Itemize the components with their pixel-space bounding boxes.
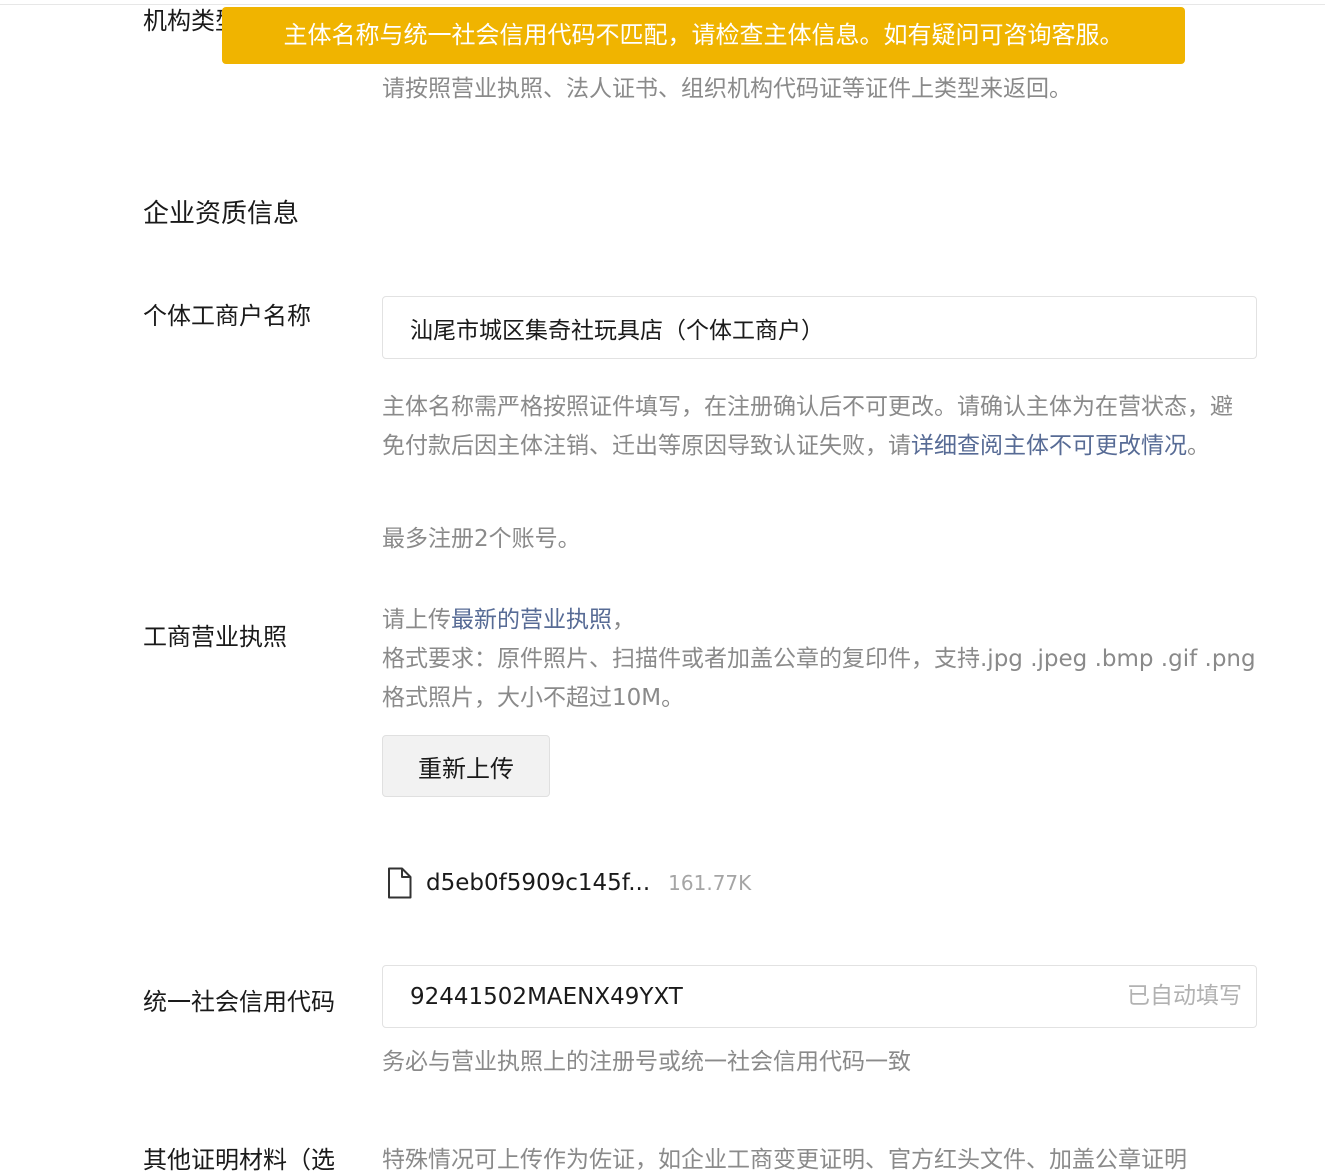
license-label: 工商营业执照 [143,623,287,651]
credit-code-label: 统一社会信用代码 [143,988,335,1016]
credit-code-field[interactable]: 已自动填写 [382,965,1257,1028]
business-name-field[interactable] [382,296,1257,359]
credit-code-input[interactable] [410,966,1110,1027]
file-name: d5eb0f5909c145f... [426,870,651,896]
latest-license-link[interactable]: 最新的营业执照 [451,607,612,633]
file-size: 161.77K [668,871,752,895]
uploaded-file[interactable]: d5eb0f5909c145f... 161.77K [386,866,751,900]
page: 机构类型 请按照营业执照、法人证书、组织机构代码证等证件上类型来返回。 企业资质… [0,0,1325,1173]
business-name-hint-end: 。 [1187,433,1210,459]
business-name-label: 个体工商户名称 [143,302,311,330]
license-format-hint: 格式要求：原件照片、扫描件或者加盖公章的复印件，支持.jpg .jpeg .bm… [382,646,1256,711]
credit-code-hint: 务必与营业执照上的注册号或统一社会信用代码一致 [382,1049,911,1075]
business-name-hint: 主体名称需严格按照证件填写，在注册确认后不可更改。请确认主体为在营状态，避免付款… [382,388,1252,466]
section-title: 企业资质信息 [143,199,300,229]
reupload-button[interactable]: 重新上传 [382,735,550,797]
license-upload-hint: 请上传最新的营业执照， [382,601,1262,640]
name-change-policy-link[interactable]: 详细查阅主体不可更改情况 [911,433,1187,459]
other-docs-label: 其他证明材料（选 [143,1146,335,1173]
account-limit-hint: 最多注册2个账号。 [382,526,581,552]
business-name-input[interactable] [410,297,1110,358]
file-icon [386,867,412,899]
org-type-hint: 请按照营业执照、法人证书、组织机构代码证等证件上类型来返回。 [382,76,1072,102]
warning-toast: 主体名称与统一社会信用代码不匹配，请检查主体信息。如有疑问可咨询客服。 [222,7,1185,64]
license-hint-end: ， [612,607,635,633]
auto-filled-tag: 已自动填写 [1127,983,1242,1009]
other-docs-hint: 特殊情况可上传作为佐证，如企业工商变更证明、官方红头文件、加盖公章证明 [382,1147,1187,1173]
license-hint-text: 请上传 [382,607,451,633]
